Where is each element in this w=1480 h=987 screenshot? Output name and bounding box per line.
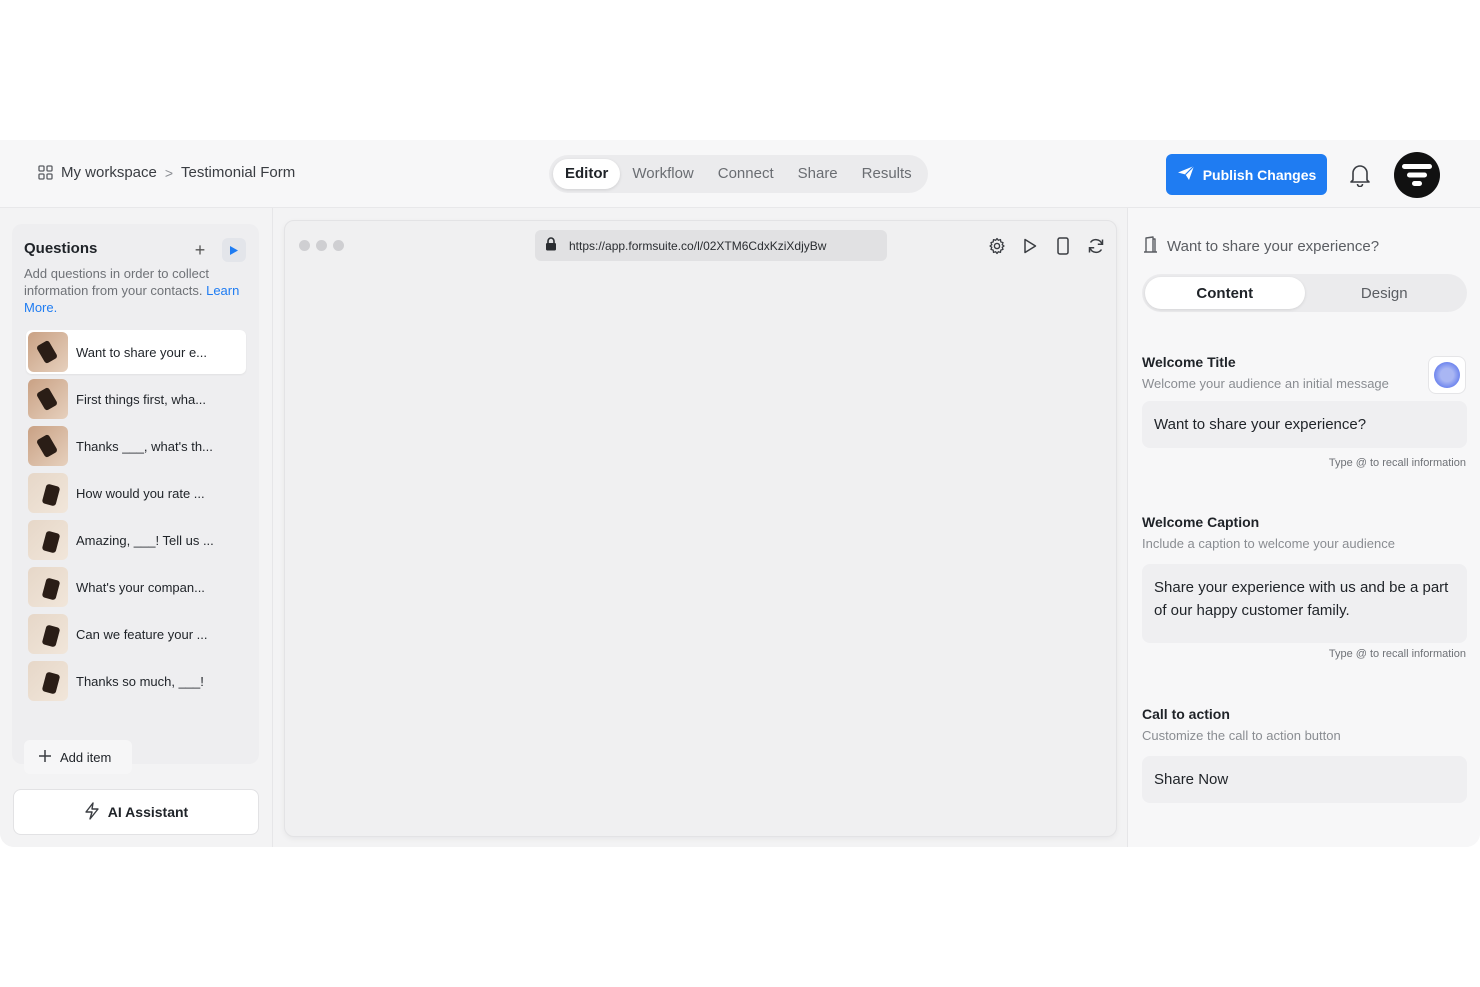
- question-item[interactable]: Can we feature your ...: [26, 612, 246, 656]
- grid-icon: [38, 165, 53, 180]
- question-item[interactable]: How would you rate ...: [26, 471, 246, 515]
- app-window: My workspace > Testimonial Form Editor W…: [0, 140, 1480, 847]
- welcome-title-desc: Welcome your audience an initial message: [1142, 376, 1389, 391]
- ai-assistant-label: AI Assistant: [107, 804, 189, 820]
- questions-sidebar: Questions + Add questions in order to co…: [0, 208, 273, 847]
- questions-title: Questions: [24, 240, 98, 257]
- lock-icon: [545, 237, 557, 254]
- mobile-icon[interactable]: [1053, 236, 1072, 255]
- question-label: First things first, wha...: [76, 391, 207, 407]
- ai-assistant-button[interactable]: AI Assistant: [13, 789, 259, 835]
- cta-desc: Customize the call to action button: [1142, 728, 1341, 743]
- color-swatch-icon: [1434, 362, 1460, 388]
- publish-changes-button[interactable]: Publish Changes: [1166, 154, 1327, 195]
- question-label: Amazing, ___! Tell us ...: [76, 532, 214, 548]
- add-item-label: Add item: [60, 749, 112, 765]
- preview-browser: https://app.formsuite.co/l/02XTM6CdxKziX…: [284, 220, 1117, 837]
- preview-toolbar: [987, 236, 1105, 255]
- content-design-toggle: Content Design: [1142, 274, 1467, 312]
- recall-hint: Type @ to recall information: [1328, 648, 1466, 660]
- cta-input[interactable]: Share Now: [1142, 756, 1467, 803]
- send-icon: [1177, 165, 1195, 184]
- panel-heading: Want to share your experience?: [1142, 236, 1379, 257]
- url-text: https://app.formsuite.co/l/02XTM6CdxKziX…: [569, 238, 827, 253]
- tab-results[interactable]: Results: [850, 159, 924, 189]
- window-dots: [299, 240, 344, 251]
- play-icon[interactable]: [1020, 236, 1039, 255]
- tab-design[interactable]: Design: [1305, 277, 1465, 309]
- question-label: What's your compan...: [76, 579, 205, 595]
- welcome-caption-desc: Include a caption to welcome your audien…: [1142, 536, 1395, 551]
- window-dot: [316, 240, 327, 251]
- panel-heading-text: Want to share your experience?: [1167, 238, 1380, 255]
- url-bar[interactable]: https://app.formsuite.co/l/02XTM6CdxKziX…: [535, 230, 887, 261]
- question-thumbnail: [28, 332, 68, 372]
- question-thumbnail: [28, 614, 68, 654]
- question-item[interactable]: Want to share your e...: [26, 330, 246, 374]
- tab-connect[interactable]: Connect: [706, 159, 786, 189]
- question-item[interactable]: Thanks so much, ___!: [26, 659, 246, 703]
- breadcrumb-form[interactable]: Testimonial Form: [181, 164, 295, 181]
- window-dot: [333, 240, 344, 251]
- breadcrumb-separator: >: [164, 164, 174, 181]
- breadcrumb: My workspace > Testimonial Form: [38, 164, 295, 181]
- question-item[interactable]: What's your compan...: [26, 565, 246, 609]
- gear-icon[interactable]: [987, 236, 1006, 255]
- question-item[interactable]: Thanks ___, what's th...: [26, 424, 246, 468]
- color-picker-button[interactable]: [1428, 356, 1466, 394]
- lightning-icon: [84, 801, 100, 823]
- breadcrumb-workspace[interactable]: My workspace: [61, 164, 157, 181]
- refresh-icon[interactable]: [1086, 236, 1105, 255]
- welcome-caption-input[interactable]: Share your experience with us and be a p…: [1142, 564, 1467, 643]
- questions-card: Questions + Add questions in order to co…: [12, 224, 259, 774]
- question-label: Thanks so much, ___!: [76, 673, 204, 689]
- question-thumbnail: [28, 520, 68, 560]
- question-thumbnail: [28, 567, 68, 607]
- avatar[interactable]: [1394, 152, 1440, 198]
- question-label: Want to share your e...: [76, 344, 208, 360]
- tab-content[interactable]: Content: [1145, 277, 1305, 309]
- welcome-caption-label: Welcome Caption: [1142, 514, 1260, 530]
- question-thumbnail: [28, 426, 68, 466]
- add-question-icon[interactable]: +: [188, 238, 212, 262]
- settings-panel: Want to share your experience? Content D…: [1127, 208, 1480, 847]
- recall-hint: Type @ to recall information: [1328, 457, 1466, 469]
- welcome-title-input[interactable]: Want to share your experience?: [1142, 401, 1467, 448]
- questions-description-text: Add questions in order to collect inform…: [24, 266, 209, 298]
- add-item-button[interactable]: Add item: [24, 740, 132, 774]
- publish-label: Publish Changes: [1202, 166, 1317, 183]
- question-thumbnail: [28, 379, 68, 419]
- question-thumbnail: [28, 661, 68, 701]
- welcome-title-label: Welcome Title: [1142, 354, 1236, 370]
- question-item[interactable]: First things first, wha...: [26, 377, 246, 421]
- cta-label: Call to action: [1142, 706, 1230, 722]
- window-dot: [299, 240, 310, 251]
- questions-description: Add questions in order to collect inform…: [24, 265, 244, 316]
- play-icon[interactable]: [222, 238, 246, 262]
- question-label: Can we feature your ...: [76, 626, 208, 642]
- question-thumbnail: [28, 473, 68, 513]
- tab-share[interactable]: Share: [786, 159, 850, 189]
- question-label: How would you rate ...: [76, 485, 205, 501]
- question-item[interactable]: Amazing, ___! Tell us ...: [26, 518, 246, 562]
- door-icon: [1142, 236, 1159, 257]
- nav-tabs: Editor Workflow Connect Share Results: [549, 155, 928, 193]
- bell-icon[interactable]: [1349, 163, 1371, 188]
- plus-icon: [38, 749, 52, 766]
- question-label: Thanks ___, what's th...: [76, 438, 213, 454]
- tab-workflow[interactable]: Workflow: [620, 159, 705, 189]
- top-bar: My workspace > Testimonial Form Editor W…: [0, 140, 1480, 208]
- tab-editor[interactable]: Editor: [553, 159, 621, 189]
